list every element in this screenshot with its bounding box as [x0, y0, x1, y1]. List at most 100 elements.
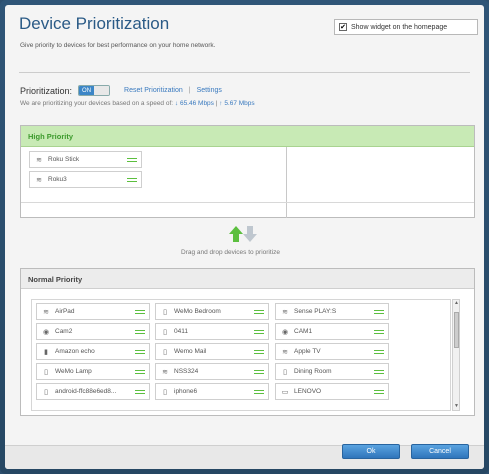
show-widget-checkbox[interactable]: ✔ Show widget on the homepage — [334, 19, 478, 35]
drag-handle-icon[interactable] — [254, 369, 264, 374]
normal-priority-device[interactable]: ▮ Amazon echo — [36, 343, 150, 360]
high-priority-dropzone[interactable]: ≋ Roku Stick ≋ Roku3 — [21, 147, 474, 218]
wifi-icon: ≋ — [162, 368, 168, 376]
arrow-up-icon — [229, 226, 243, 242]
plug-icon: ▯ — [44, 368, 48, 376]
device-name: Dining Room — [294, 368, 332, 375]
page-title: Device Prioritization — [19, 14, 170, 33]
prioritization-toggle[interactable]: ON — [78, 85, 111, 96]
speed-info: We are prioritizing your devices based o… — [20, 100, 255, 107]
scroll-up-icon[interactable]: ▲ — [454, 301, 459, 306]
phone-icon: ▯ — [163, 388, 167, 396]
device-name: android-ffc88e6ed8... — [55, 388, 117, 395]
camera-icon: ◉ — [42, 328, 50, 336]
ok-button[interactable]: Ok — [342, 444, 400, 459]
normal-priority-device-grid[interactable]: ≋ AirPad ▯ WeMo Bedroom ≋ Sense PLAY:S ◉ Cam2 ▯ 0… — [31, 299, 451, 411]
plug-icon: ▯ — [163, 328, 167, 336]
normal-priority-title: Normal Priority — [21, 269, 474, 289]
page-subtitle: Give priority to devices for best perfor… — [20, 42, 216, 49]
show-widget-label: Show widget on the homepage — [351, 23, 448, 31]
drag-handle-icon[interactable] — [374, 309, 384, 314]
device-name: NSS324 — [174, 368, 199, 375]
normal-priority-device[interactable]: ▯ android-ffc88e6ed8... — [36, 383, 150, 400]
checkbox-icon[interactable]: ✔ — [339, 23, 347, 31]
device-name: Amazon echo — [55, 348, 95, 355]
download-arrow-icon: ↓ — [174, 100, 179, 107]
drag-handle-icon[interactable] — [135, 389, 145, 394]
normal-priority-panel[interactable]: Normal Priority ≋ AirPad ▯ WeMo Bedroom ≋ Sen… — [20, 268, 475, 416]
row-divider — [21, 202, 474, 203]
drag-handle-icon[interactable] — [254, 309, 264, 314]
drag-handle-icon[interactable] — [254, 389, 264, 394]
drag-handle-icon[interactable] — [135, 369, 145, 374]
normal-priority-device[interactable]: ≋ NSS324 — [155, 363, 269, 380]
device-name: WeMo Lamp — [55, 368, 92, 375]
download-speed: 65.46 Mbps — [179, 100, 214, 107]
scroll-down-icon[interactable]: ▼ — [454, 404, 459, 409]
monitor-icon: ▭ — [281, 388, 289, 396]
normal-priority-device[interactable]: ≋ Apple TV — [275, 343, 389, 360]
drag-handle-icon[interactable] — [127, 157, 137, 162]
device-name: iphone6 — [174, 388, 198, 395]
prioritization-label: Prioritization: — [20, 85, 73, 96]
wifi-icon: ≋ — [282, 348, 288, 356]
device-name: Cam2 — [55, 328, 73, 335]
high-priority-panel[interactable]: High Priority ≋ Roku Stick ≋ Roku3 — [20, 125, 475, 218]
phone-icon: ▯ — [44, 388, 48, 396]
link-separator: | — [188, 87, 191, 94]
wifi-icon: ≋ — [36, 176, 42, 184]
plug-icon: ▯ — [283, 368, 287, 376]
high-priority-device[interactable]: ≋ Roku Stick — [29, 151, 142, 168]
reset-prioritization-link[interactable]: Reset Prioritization — [124, 87, 183, 94]
device-prioritization-dialog: Device Prioritization Give priority to d… — [5, 5, 484, 469]
normal-priority-device[interactable]: ▯ Dining Room — [275, 363, 389, 380]
scrollbar[interactable]: ▲ ▼ — [452, 299, 460, 411]
plug-icon: ▯ — [163, 308, 167, 316]
drag-handle-icon[interactable] — [135, 329, 145, 334]
speed-separator: | — [215, 100, 218, 107]
device-name: Roku Stick — [48, 156, 80, 163]
normal-priority-device[interactable]: ▯ 0411 — [155, 323, 269, 340]
move-arrows — [229, 226, 257, 242]
normal-priority-device[interactable]: ▯ Wemo Mail — [155, 343, 269, 360]
column-divider — [286, 147, 287, 218]
normal-priority-device[interactable]: ▯ iphone6 — [155, 383, 269, 400]
drag-handle-icon[interactable] — [374, 389, 384, 394]
drag-handle-icon[interactable] — [374, 369, 384, 374]
normal-priority-device[interactable]: ▭ LENOVO — [275, 383, 389, 400]
device-name: 0411 — [174, 328, 188, 335]
drag-handle-icon[interactable] — [254, 349, 264, 354]
drag-handle-icon[interactable] — [374, 349, 384, 354]
cancel-button[interactable]: Cancel — [411, 444, 469, 459]
arrow-down-icon — [243, 226, 257, 242]
device-name: AirPad — [55, 308, 75, 315]
drag-handle-icon[interactable] — [135, 309, 145, 314]
device-name: WeMo Bedroom — [174, 308, 221, 315]
high-priority-device[interactable]: ≋ Roku3 — [29, 171, 142, 188]
normal-priority-device[interactable]: ◉ CAM1 — [275, 323, 389, 340]
scroll-thumb[interactable] — [454, 312, 459, 348]
normal-priority-device[interactable]: ≋ Sense PLAY:S — [275, 303, 389, 320]
toggle-off-area — [94, 86, 110, 95]
high-priority-title: High Priority — [21, 126, 474, 147]
plug-icon: ▯ — [163, 348, 167, 356]
device-name: Sense PLAY:S — [294, 308, 337, 315]
drag-handle-icon[interactable] — [374, 329, 384, 334]
wifi-icon: ≋ — [43, 308, 49, 316]
upload-speed: 5.67 Mbps — [224, 100, 255, 107]
normal-priority-device[interactable]: ◉ Cam2 — [36, 323, 150, 340]
device-name: LENOVO — [294, 388, 322, 395]
device-name: CAM1 — [294, 328, 313, 335]
prioritization-row: Prioritization: ON Reset Prioritization … — [20, 85, 222, 96]
drag-handle-icon[interactable] — [254, 329, 264, 334]
normal-priority-device[interactable]: ≋ AirPad — [36, 303, 150, 320]
normal-priority-body: ≋ AirPad ▯ WeMo Bedroom ≋ Sense PLAY:S ◉ Cam2 ▯ 0… — [21, 289, 474, 415]
normal-priority-device[interactable]: ▯ WeMo Lamp — [36, 363, 150, 380]
settings-link[interactable]: Settings — [197, 87, 222, 94]
drag-handle-icon[interactable] — [135, 349, 145, 354]
speaker-icon: ▮ — [44, 348, 48, 356]
wifi-icon: ≋ — [36, 156, 42, 164]
drag-handle-icon[interactable] — [127, 177, 137, 182]
normal-priority-device[interactable]: ▯ WeMo Bedroom — [155, 303, 269, 320]
wifi-icon: ≋ — [282, 308, 288, 316]
